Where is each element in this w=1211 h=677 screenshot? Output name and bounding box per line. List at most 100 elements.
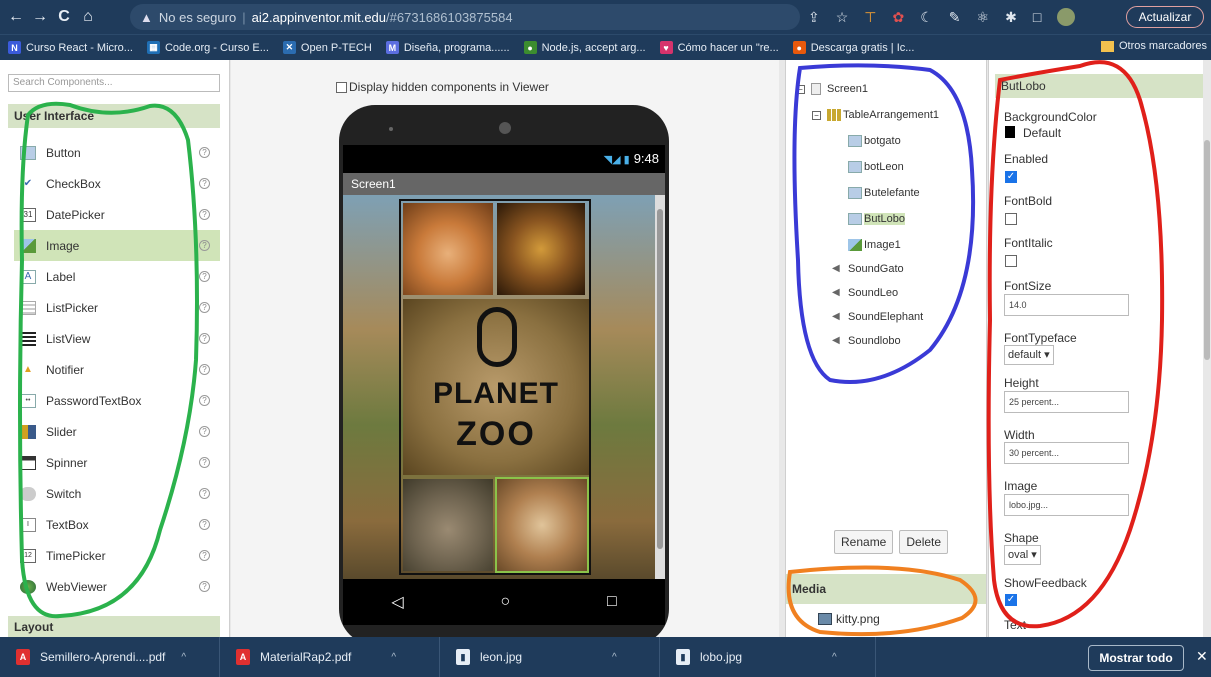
help-icon[interactable]: ?: [199, 333, 210, 344]
bookmark-4[interactable]: ● Node.js, accept arg...: [523, 41, 646, 54]
help-icon[interactable]: ?: [199, 488, 210, 499]
back-button[interactable]: ←: [4, 8, 28, 26]
tree-soundleo[interactable]: ◀︎ SoundLeo: [832, 284, 898, 302]
bookmark-6[interactable]: ● Descarga gratis | Ic...: [792, 41, 914, 54]
image-input[interactable]: lobo.jpg...: [1004, 494, 1129, 516]
table-arrangement[interactable]: PLANET ZOO: [399, 199, 591, 575]
help-icon[interactable]: ?: [199, 147, 210, 158]
background-color-value[interactable]: Default: [1023, 126, 1061, 140]
forward-button[interactable]: →: [28, 8, 52, 26]
width-input[interactable]: 30 percent...: [1004, 442, 1129, 464]
tree-butlobo[interactable]: ButLobo: [848, 210, 905, 228]
fontbold-checkbox[interactable]: [1005, 213, 1017, 225]
download-item-1[interactable]: A MaterialRap2.pdf ^: [220, 637, 440, 677]
download-item-2[interactable]: ▮ leon.jpg ^: [440, 637, 660, 677]
palette-item-notifier[interactable]: ▲ Notifier?: [14, 354, 220, 385]
profile-avatar[interactable]: [1057, 8, 1076, 26]
palette-item-datepicker[interactable]: 31 DatePicker?: [14, 199, 220, 230]
close-icon[interactable]: ✕: [1196, 648, 1208, 665]
palette-item-passwordtextbox[interactable]: •• PasswordTextBox?: [14, 385, 220, 416]
home-button[interactable]: ⌂: [76, 8, 100, 26]
tree-soundgato[interactable]: ◀︎ SoundGato: [832, 260, 904, 278]
help-icon[interactable]: ?: [199, 581, 210, 592]
download-item-0[interactable]: A Semillero-Aprendi....pdf ^: [0, 637, 220, 677]
showfeedback-checkbox[interactable]: ✓: [1005, 594, 1017, 606]
help-icon[interactable]: ?: [199, 364, 210, 375]
bookmark-0[interactable]: N Curso React - Micro...: [8, 41, 133, 54]
help-icon[interactable]: ?: [199, 395, 210, 406]
palette-item-spinner[interactable]: Spinner?: [14, 447, 220, 478]
botgato-button[interactable]: [403, 203, 493, 295]
show-all-button[interactable]: Mostrar todo: [1088, 645, 1184, 671]
category-user-interface[interactable]: User Interface: [8, 104, 220, 128]
address-bar[interactable]: ▲ No es seguro | ai2.appinventor.mit.edu…: [130, 4, 800, 30]
tree-tablearrangement1[interactable]: − TableArrangement1: [812, 106, 939, 124]
help-icon[interactable]: ?: [199, 302, 210, 313]
tree-botleon[interactable]: botLeon: [848, 158, 904, 176]
tree-soundelephant[interactable]: ◀︎ SoundElephant: [832, 308, 923, 326]
tree-image1[interactable]: Image1: [848, 236, 901, 254]
shape-select[interactable]: oval ▾: [1004, 545, 1041, 565]
category-layout[interactable]: Layout: [8, 616, 220, 638]
help-icon[interactable]: ?: [199, 271, 210, 282]
puzzle-icon[interactable]: ✱: [1005, 9, 1017, 26]
bookmark-2[interactable]: ✕ Open P-TECH: [282, 41, 372, 54]
tree-butelefante[interactable]: Butelefante: [848, 184, 920, 202]
home-nav-icon[interactable]: ○: [500, 593, 510, 611]
update-button[interactable]: Actualizar: [1126, 6, 1204, 28]
tree-botgato[interactable]: botgato: [848, 132, 901, 150]
botleon-button[interactable]: [497, 203, 585, 295]
chevron-up-icon[interactable]: ^: [181, 652, 186, 663]
help-icon[interactable]: ?: [199, 178, 210, 189]
scroll-thumb[interactable]: [1204, 140, 1210, 360]
help-icon[interactable]: ?: [199, 519, 210, 530]
tree-screen1[interactable]: − Screen1: [796, 80, 868, 98]
screen-scrollbar[interactable]: [655, 195, 665, 579]
bookmark-1[interactable]: ▦ Code.org - Curso E...: [146, 41, 269, 54]
palette-item-listpicker[interactable]: ListPicker?: [14, 292, 220, 323]
help-icon[interactable]: ?: [199, 457, 210, 468]
star-icon[interactable]: ☆: [836, 9, 849, 26]
scroll-thumb[interactable]: [657, 209, 663, 549]
display-hidden-checkbox[interactable]: Display hidden components in Viewer: [336, 80, 549, 94]
chevron-up-icon[interactable]: ^: [832, 652, 837, 663]
eyedropper-icon[interactable]: ✎: [949, 9, 961, 26]
fontitalic-checkbox[interactable]: [1005, 255, 1017, 267]
collapse-icon[interactable]: −: [796, 84, 805, 94]
color-extension-icon[interactable]: ✿: [893, 9, 905, 26]
react-icon[interactable]: ⚛: [977, 9, 990, 26]
darkmode-icon[interactable]: ☾: [920, 9, 933, 26]
palette-item-webviewer[interactable]: WebViewer?: [14, 571, 220, 602]
collapse-icon[interactable]: −: [812, 110, 821, 120]
bookmark-5[interactable]: ♥ Cómo hacer un "re...: [659, 41, 779, 54]
back-nav-icon[interactable]: ◁: [391, 592, 403, 612]
help-icon[interactable]: ?: [199, 550, 210, 561]
rename-button[interactable]: Rename: [834, 530, 894, 554]
palette-item-image[interactable]: Image?: [14, 230, 220, 261]
palette-item-switch[interactable]: Switch?: [14, 478, 220, 509]
color-swatch[interactable]: [1005, 126, 1015, 138]
palette-item-slider[interactable]: Slider?: [14, 416, 220, 447]
help-icon[interactable]: ?: [199, 426, 210, 437]
delete-button[interactable]: Delete: [899, 530, 949, 554]
fontsize-input[interactable]: 14.0: [1004, 294, 1129, 316]
palette-item-checkbox[interactable]: ✔ CheckBox?: [14, 168, 220, 199]
butlobo-button[interactable]: [495, 477, 589, 573]
chevron-up-icon[interactable]: ^: [391, 652, 396, 663]
download-item-3[interactable]: ▮ lobo.jpg ^: [660, 637, 876, 677]
palette-item-textbox[interactable]: I TextBox?: [14, 509, 220, 540]
help-icon[interactable]: ?: [199, 240, 210, 251]
typeface-select[interactable]: default ▾: [1004, 345, 1054, 365]
palette-item-timepicker[interactable]: 12 TimePicker?: [14, 540, 220, 571]
image1[interactable]: PLANET ZOO: [403, 299, 589, 475]
sidepanel-icon[interactable]: □: [1033, 9, 1041, 25]
palette-item-listview[interactable]: ListView?: [14, 323, 220, 354]
recents-nav-icon[interactable]: □: [607, 593, 617, 611]
bookmark-3[interactable]: M Diseña, programa......: [385, 41, 510, 54]
extension-icon[interactable]: ⊤: [864, 9, 876, 26]
height-input[interactable]: 25 percent...: [1004, 391, 1129, 413]
enabled-checkbox[interactable]: ✓: [1005, 171, 1017, 183]
media-item-kitty[interactable]: kitty.png: [818, 612, 880, 626]
component-search-input[interactable]: Search Components...: [8, 74, 220, 92]
help-icon[interactable]: ?: [199, 209, 210, 220]
